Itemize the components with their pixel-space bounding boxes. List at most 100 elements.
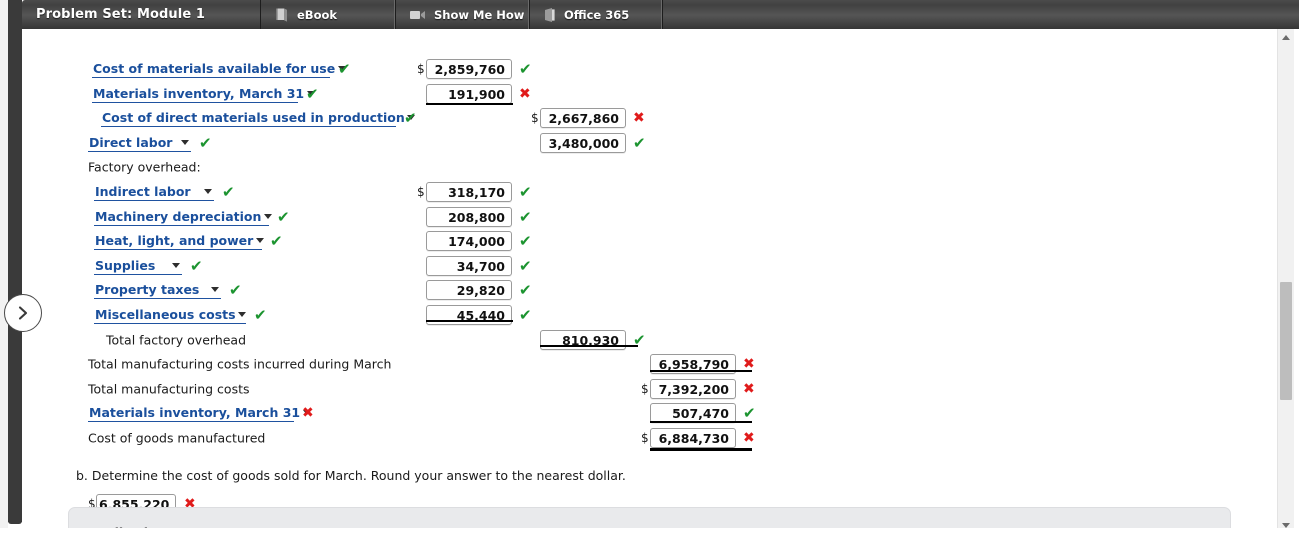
amount-input[interactable] (650, 379, 736, 399)
office-365-icon (543, 7, 556, 23)
correct-icon: ✔ (270, 232, 283, 250)
vertical-scrollbar[interactable] (1277, 29, 1294, 534)
row-label: Cost of goods manufactured (88, 430, 266, 446)
correct-icon: ✔ (404, 109, 417, 127)
statement-row: Cost of materials available for use✔$✔ (22, 57, 1277, 81)
amount-input[interactable] (426, 231, 512, 251)
correct-icon: ✔ (519, 306, 532, 324)
chevron-right-icon[interactable] (4, 294, 42, 332)
account-select[interactable]: Heat, light, and power (94, 232, 264, 250)
correct-icon: ✔ (519, 257, 532, 275)
left-collapse-rail (8, 0, 22, 522)
correct-icon: ✔ (338, 60, 351, 78)
rule-materials-end-inventory (650, 421, 752, 423)
account-select[interactable]: Indirect labor (94, 183, 214, 201)
chevron-down-icon (261, 214, 274, 219)
amount-input[interactable] (426, 84, 512, 104)
account-select-value: Materials inventory, March 31 (93, 85, 305, 101)
account-select[interactable]: Supplies (94, 257, 182, 275)
header-filler (662, 0, 1299, 29)
chevron-down-icon (236, 312, 249, 317)
incorrect-icon: ✖ (519, 86, 531, 102)
tab-ebook[interactable]: eBook (260, 0, 395, 29)
account-select-value: Cost of direct materials used in product… (102, 109, 405, 125)
correct-icon: ✔ (254, 306, 267, 324)
account-select-value: Indirect labor (95, 183, 191, 199)
incorrect-icon: ✖ (633, 110, 645, 126)
chevron-down-icon (208, 287, 221, 292)
incorrect-icon: ✖ (743, 381, 755, 397)
row-label: Factory overhead: (88, 159, 201, 175)
amount-input[interactable] (426, 207, 512, 227)
correct-icon: ✔ (229, 281, 242, 299)
account-select-value: Supplies (95, 257, 156, 273)
statement-row: Direct labor ✔ ✔ (22, 131, 1277, 155)
account-select[interactable]: Cost of materials available for use (92, 60, 346, 78)
video-camera-icon (409, 8, 426, 21)
amount-input[interactable] (426, 182, 512, 202)
statement-row: Machinery depreciation ✔ ✔ (22, 205, 1277, 229)
row-label: Total manufacturing costs incurred durin… (88, 356, 392, 372)
tab-show-me-how-label: Show Me How (434, 7, 525, 22)
amount-input[interactable] (540, 133, 626, 153)
incorrect-icon: ✖ (302, 405, 314, 421)
amount-input[interactable] (426, 59, 512, 79)
correct-icon: ✔ (222, 183, 235, 201)
amount-input[interactable] (650, 403, 736, 423)
statement-sheet: Cost of materials available for use✔$✔Ma… (22, 29, 1277, 534)
tab-office-365[interactable]: Office 365 (529, 0, 662, 29)
book-icon (274, 7, 289, 23)
correct-icon: ✔ (633, 134, 646, 152)
correct-icon: ✔ (519, 232, 532, 250)
scrollbar-thumb[interactable] (1280, 282, 1292, 400)
account-select[interactable]: Materials inventory, March 31 (88, 404, 311, 422)
chevron-down-icon (169, 263, 182, 268)
account-select[interactable]: Direct labor (88, 134, 191, 152)
rule-materials-subtotal (426, 103, 513, 105)
caret-up-icon[interactable] (1278, 29, 1294, 46)
statement-row: Total manufacturing costs incurred durin… (22, 352, 1277, 376)
correct-icon: ✔ (277, 208, 290, 226)
account-select[interactable]: Materials inventory, March 31 (92, 85, 315, 103)
account-select[interactable]: Property taxes (94, 281, 221, 299)
account-select[interactable]: Miscellaneous costs (94, 306, 249, 324)
amount-input[interactable] (426, 256, 512, 276)
rule-overhead-subtotal (426, 320, 513, 322)
chevron-down-icon (253, 238, 266, 243)
account-select[interactable]: Machinery depreciation (94, 208, 272, 226)
rule-total-mfg-incurred (650, 370, 752, 372)
amount-input[interactable] (426, 280, 512, 300)
tab-show-me-how[interactable]: Show Me How (395, 0, 529, 29)
dollar-sign: $ (641, 382, 649, 396)
statement-row: Cost of direct materials used in product… (22, 106, 1277, 130)
account-select-value: Miscellaneous costs (95, 306, 236, 322)
part-b-prompt: b. Determine the cost of goods sold for … (76, 468, 626, 483)
page-title: Problem Set: Module 1 (36, 7, 206, 22)
chevron-down-icon (178, 140, 191, 145)
left-rail-bottom-cap (8, 516, 22, 524)
amount-input[interactable] (540, 330, 626, 350)
amount-input[interactable] (426, 305, 512, 325)
dollar-sign: $ (641, 431, 649, 445)
dollar-sign: $ (417, 185, 425, 199)
account-select[interactable]: Cost of direct materials used in product… (101, 109, 416, 127)
correct-icon: ✔ (190, 257, 203, 275)
account-select-value: Cost of materials available for use (93, 60, 336, 76)
statement-row: Cost of goods manufactured $ ✖ (22, 426, 1277, 450)
rule-total-factory-overhead (540, 345, 638, 347)
account-select-value: Materials inventory, March 31 (89, 404, 301, 420)
statement-row: Heat, light, and power ✔ ✔ (22, 229, 1277, 253)
tab-ebook-label: eBook (297, 7, 338, 22)
statement-row: Property taxes ✔ ✔ (22, 278, 1277, 302)
incorrect-icon: ✖ (743, 356, 755, 372)
correct-icon: ✔ (519, 208, 532, 226)
statement-row: Indirect labor ✔ $ ✔ (22, 180, 1277, 204)
correct-icon: ✔ (519, 183, 532, 201)
rule-cost-of-goods-manufactured (650, 448, 752, 451)
amount-input[interactable] (650, 428, 736, 448)
correct-icon: ✔ (743, 404, 756, 422)
app-header: Problem Set: Module 1 eBook Show Me How (22, 0, 1299, 29)
amount-input[interactable] (540, 108, 626, 128)
tab-office-365-label: Office 365 (564, 7, 630, 22)
statement-row: Miscellaneous costs ✔ ✔ (22, 303, 1277, 327)
